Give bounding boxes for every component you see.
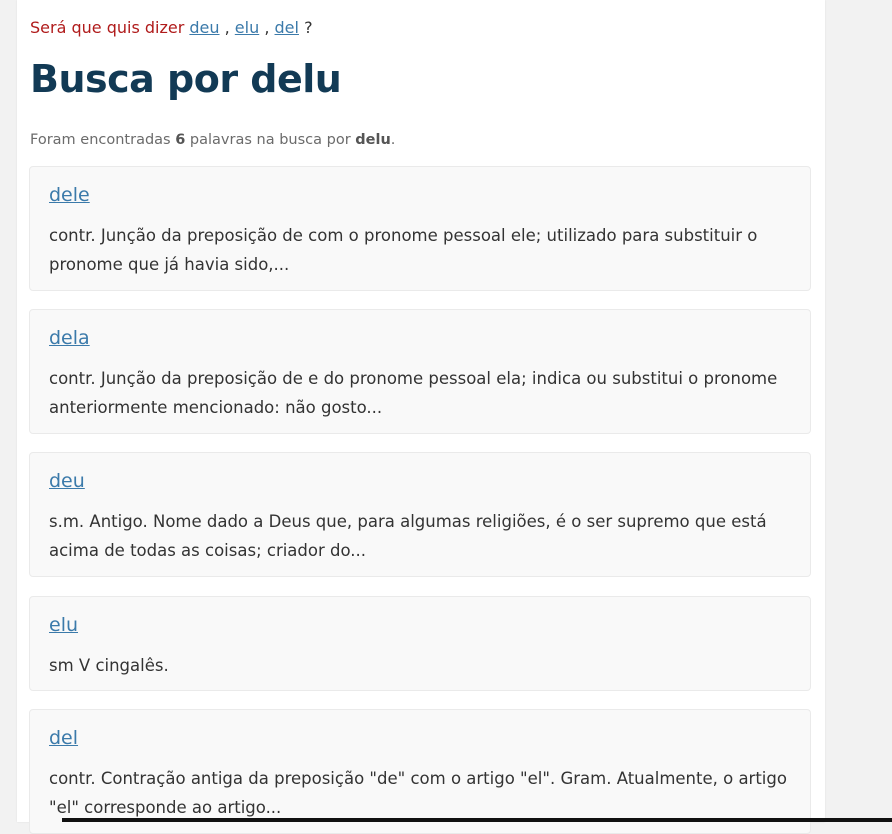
suggestion-link-deu[interactable]: deu: [189, 18, 219, 37]
summary-suffix: .: [390, 132, 396, 148]
result-card: dela contr. Junção da preposição de e do…: [29, 309, 811, 434]
results-count: 6: [175, 132, 186, 148]
result-card: elu sm V cingalês.: [29, 596, 811, 691]
summary-prefix: Foram encontradas: [30, 132, 171, 148]
result-definition: contr. Junção da preposição de com o pro…: [49, 226, 758, 274]
result-word-link[interactable]: del: [49, 727, 78, 749]
search-term: delu: [355, 132, 391, 148]
result-card: deu s.m. Antigo. Nome dado a Deus que, p…: [29, 452, 811, 577]
result-word-link[interactable]: dele: [49, 184, 90, 206]
suggestion-end: ?: [304, 18, 313, 37]
main-content: Será que quis dizer deu , elu , del ? Bu…: [17, 0, 825, 834]
suggestion-link-del[interactable]: del: [275, 18, 299, 37]
result-definition: sm V cingalês.: [49, 656, 169, 675]
did-you-mean-label: Será que quis dizer: [30, 18, 185, 37]
result-definition: s.m. Antigo. Nome dado a Deus que, para …: [49, 512, 767, 560]
result-word-link[interactable]: elu: [49, 614, 78, 636]
suggestion-separator: ,: [224, 18, 230, 37]
suggestion-separator: ,: [264, 18, 270, 37]
result-word-link[interactable]: dela: [49, 327, 90, 349]
result-card: dele contr. Junção da preposição de com …: [29, 166, 811, 291]
page-title: Busca por delu: [30, 57, 342, 101]
result-word-link[interactable]: deu: [49, 470, 85, 492]
did-you-mean: Será que quis dizer deu , elu , del ?: [30, 18, 313, 37]
summary-middle: palavras na busca por: [189, 132, 351, 148]
results-summary: Foram encontradas 6 palavras na busca po…: [30, 132, 395, 148]
result-card: del contr. Contração antiga da preposiçã…: [29, 709, 811, 834]
result-definition: contr. Contração antiga da preposição "d…: [49, 769, 787, 817]
result-definition: contr. Junção da preposição de e do pron…: [49, 369, 778, 417]
suggestion-link-elu[interactable]: elu: [235, 18, 259, 37]
bottom-border: [62, 818, 892, 822]
